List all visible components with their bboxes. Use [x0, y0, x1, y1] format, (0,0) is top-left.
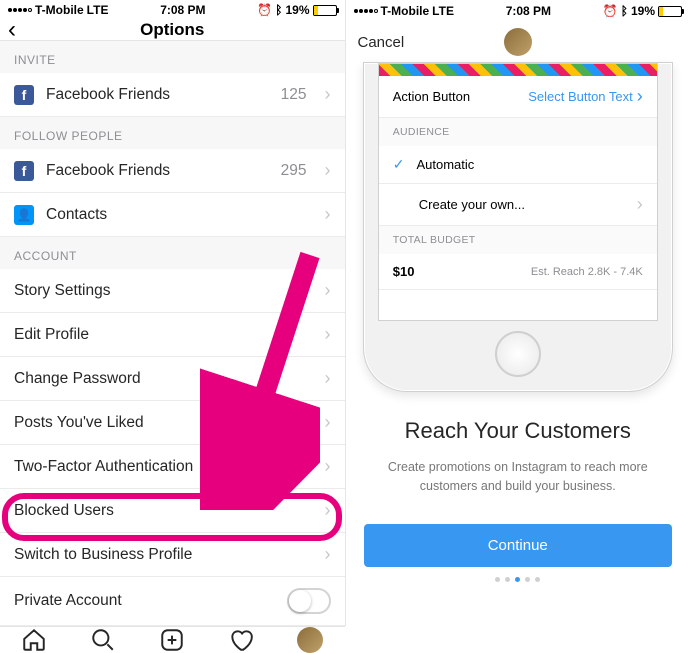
promo-title: Reach Your Customers [346, 418, 690, 444]
chevron-right-icon: › [325, 160, 331, 181]
follow-facebook-row[interactable]: f Facebook Friends 295 › [0, 149, 345, 193]
row-label: Automatic [416, 157, 474, 172]
chevron-right-icon: › [325, 368, 331, 389]
account-switch-business[interactable]: Switch to Business Profile › [0, 533, 345, 577]
chevron-right-icon: › [325, 280, 331, 301]
budget-amount: $10 [393, 264, 415, 279]
banner-strip [379, 64, 657, 76]
facebook-icon: f [14, 161, 34, 181]
battery-icon [658, 6, 682, 17]
heart-icon[interactable] [228, 627, 254, 653]
bluetooth-icon: ᛒ [275, 3, 282, 17]
check-icon: ✓ [393, 156, 405, 173]
row-label: Contacts [46, 206, 107, 224]
account-posts-liked[interactable]: Posts You've Liked › [0, 401, 345, 445]
row-label: Change Password [14, 370, 141, 388]
row-label: Create your own... [419, 197, 525, 212]
chevron-right-icon: › [325, 324, 331, 345]
row-count: 295 [281, 162, 307, 180]
page-title: Options [140, 20, 204, 40]
nav-header: ‹ Options [0, 20, 345, 41]
network-label: LTE [432, 4, 454, 18]
signal-dots-icon [8, 8, 32, 12]
profile-avatar-icon[interactable] [297, 627, 323, 653]
right-screenshot: T-Mobile LTE 7:08 PM ⏰ ᛒ 19% Cancel Acti… [346, 0, 690, 626]
section-header-follow: FOLLOW PEOPLE [0, 117, 345, 149]
row-label: Blocked Users [14, 502, 114, 520]
chevron-right-icon: › [325, 204, 331, 225]
back-icon[interactable]: ‹ [8, 16, 16, 44]
modal-header: Cancel [346, 22, 690, 62]
battery-icon [313, 5, 337, 16]
row-label: Private Account [14, 592, 122, 610]
row-count: 125 [281, 86, 307, 104]
battery-percent: 19% [631, 4, 655, 18]
chevron-right-icon: › [325, 500, 331, 521]
home-icon[interactable] [21, 627, 47, 653]
add-post-icon[interactable] [159, 627, 185, 653]
promo-subtitle: Create promotions on Instagram to reach … [346, 458, 690, 496]
status-bar: T-Mobile LTE 7:08 PM ⏰ ᛒ 19% [0, 0, 345, 20]
iphone-illustration: Action Button Select Button Text › AUDIE… [363, 62, 673, 392]
page-indicator [346, 577, 690, 582]
private-toggle[interactable] [287, 588, 331, 614]
row-label: Posts You've Liked [14, 414, 144, 432]
time-label: 7:08 PM [160, 3, 205, 17]
status-bar: T-Mobile LTE 7:08 PM ⏰ ᛒ 19% [346, 0, 690, 22]
home-button-icon [495, 331, 541, 377]
row-label: Switch to Business Profile [14, 546, 192, 564]
budget-row: $10 Est. Reach 2.8K - 7.4K [379, 254, 657, 290]
continue-button[interactable]: Continue [364, 524, 673, 567]
alarm-icon: ⏰ [257, 3, 272, 17]
row-label: Story Settings [14, 282, 111, 300]
search-icon[interactable] [90, 627, 116, 653]
chevron-right-icon: › [637, 194, 643, 215]
bluetooth-icon: ᛒ [621, 4, 628, 18]
battery-percent: 19% [285, 3, 309, 17]
estimated-reach: Est. Reach 2.8K - 7.4K [531, 266, 643, 278]
account-blocked-users[interactable]: Blocked Users › [0, 489, 345, 533]
chevron-right-icon: › [325, 544, 331, 565]
left-screenshot: T-Mobile LTE 7:08 PM ⏰ ᛒ 19% ‹ Options I… [0, 0, 346, 626]
row-label: Facebook Friends [46, 162, 170, 180]
account-edit-profile[interactable]: Edit Profile › [0, 313, 345, 357]
chevron-right-icon: › [637, 86, 643, 107]
carrier-label: T-Mobile [381, 4, 430, 18]
profile-avatar-icon [504, 28, 532, 56]
carrier-label: T-Mobile [35, 3, 84, 17]
section-header-invite: INVITE [0, 41, 345, 73]
row-label: Facebook Friends [46, 86, 170, 104]
contacts-icon: 👤 [14, 205, 34, 225]
select-button-text: Select Button Text [528, 89, 633, 104]
network-label: LTE [87, 3, 109, 17]
signal-dots-icon [354, 9, 378, 13]
time-label: 7:08 PM [506, 4, 551, 18]
alarm-icon: ⏰ [603, 4, 618, 18]
chevron-right-icon: › [325, 84, 331, 105]
audience-header: AUDIENCE [379, 118, 657, 146]
invite-facebook-row[interactable]: f Facebook Friends 125 › [0, 73, 345, 117]
chevron-right-icon: › [325, 456, 331, 477]
account-two-factor[interactable]: Two-Factor Authentication › [0, 445, 345, 489]
account-change-password[interactable]: Change Password › [0, 357, 345, 401]
account-private-account[interactable]: Private Account [0, 577, 345, 626]
action-button-row: Action Button Select Button Text › [379, 76, 657, 118]
audience-create-own-row: Create your own... › [379, 184, 657, 226]
section-header-account: ACCOUNT [0, 237, 345, 269]
iphone-screen: Action Button Select Button Text › AUDIE… [378, 63, 658, 321]
budget-header: TOTAL BUDGET [379, 226, 657, 254]
row-label: Edit Profile [14, 326, 89, 344]
contacts-row[interactable]: 👤 Contacts › [0, 193, 345, 237]
facebook-icon: f [14, 85, 34, 105]
chevron-right-icon: › [325, 412, 331, 433]
audience-automatic-row: ✓ Automatic [379, 146, 657, 184]
account-story-settings[interactable]: Story Settings › [0, 269, 345, 313]
tab-bar [0, 626, 345, 653]
row-label: Action Button [393, 89, 470, 104]
row-label: Two-Factor Authentication [14, 458, 193, 476]
cancel-button[interactable]: Cancel [358, 34, 405, 51]
